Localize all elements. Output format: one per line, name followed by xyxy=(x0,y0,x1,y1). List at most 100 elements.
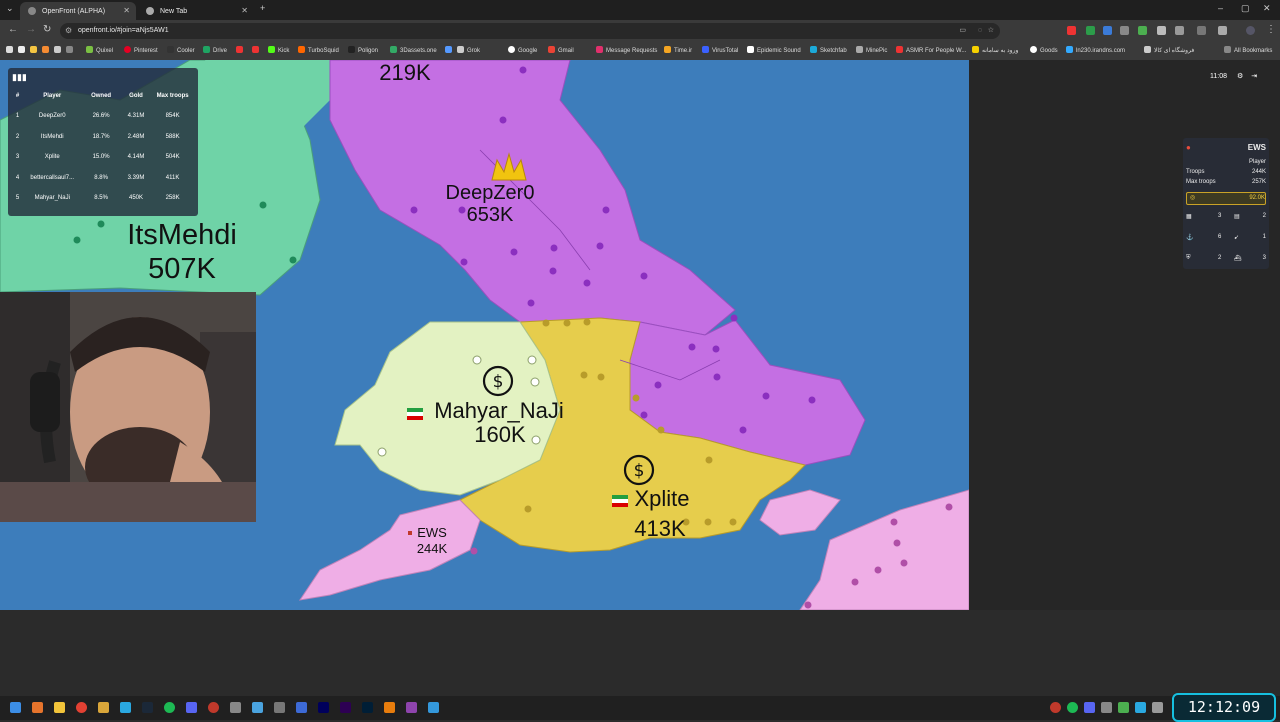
bookmark-sketchfab[interactable]: Sketchfab xyxy=(810,46,847,54)
close-tab-icon[interactable]: ✕ xyxy=(241,6,248,15)
tab-openfront[interactable]: OpenFront (ALPHA) ✕ xyxy=(20,2,136,20)
bookmark-star-icon[interactable]: ☆ xyxy=(988,23,994,39)
tray-icon[interactable] xyxy=(1118,702,1129,713)
table-row[interactable]: 1 DeepZer0 26.6% 4.31M 854K xyxy=(12,106,194,127)
app-icon[interactable] xyxy=(428,702,439,713)
bookmark-irandns[interactable]: ln230.irandns.com xyxy=(1066,46,1125,54)
bookmark-shop[interactable]: فروشگاه ای کالا xyxy=(1144,46,1194,54)
app-icon[interactable] xyxy=(296,702,307,713)
tab-new-tab[interactable]: New Tab ✕ xyxy=(138,2,254,20)
profile-icon[interactable] xyxy=(1218,26,1227,35)
site-info-icon[interactable]: ⚙ xyxy=(65,23,72,39)
app-icon[interactable] xyxy=(274,702,285,713)
col-player[interactable]: Player xyxy=(23,86,81,106)
table-row[interactable]: 2 ItsMehdi 18.7% 2.48M 588K xyxy=(12,127,194,148)
app-icon[interactable] xyxy=(406,702,417,713)
map-label-itsmehdi: ItsMehdi xyxy=(127,219,237,251)
after-effects-icon[interactable] xyxy=(318,702,329,713)
tray-icon[interactable] xyxy=(1135,702,1146,713)
leaderboard-toggle-icon[interactable]: ▮▮▮ xyxy=(12,72,27,83)
downloads-icon[interactable] xyxy=(1197,26,1206,35)
bookmark-message-requests[interactable]: Message Requests xyxy=(596,46,657,54)
bookmark-google[interactable]: Google xyxy=(508,46,537,54)
bookmark-poligon[interactable]: Poligon xyxy=(348,46,378,54)
bookmark-all-bookmarks[interactable]: All Bookmarks xyxy=(1224,46,1272,54)
bookmark-minepic[interactable]: MinePic xyxy=(856,46,887,54)
search-icon[interactable] xyxy=(32,702,43,713)
back-icon[interactable]: ← xyxy=(8,24,18,35)
apps-grid-icon[interactable] xyxy=(66,46,76,54)
bookmark-icon[interactable] xyxy=(30,46,40,54)
tray-icon[interactable] xyxy=(1050,702,1061,713)
cast-icon[interactable]: ▭ xyxy=(959,23,966,39)
file-explorer-icon[interactable] xyxy=(54,702,65,713)
close-window-icon[interactable]: ✕ xyxy=(1263,3,1271,14)
avatar[interactable] xyxy=(1246,26,1255,35)
bookmark-epidemic-sound[interactable]: Epidemic Sound xyxy=(747,46,801,54)
col-owned[interactable]: Owned xyxy=(81,86,120,106)
new-tab-icon[interactable]: + xyxy=(260,3,265,13)
bookmark-sabt[interactable]: ورود به سامانه xyxy=(972,46,1018,54)
col-max-troops[interactable]: Max troops xyxy=(151,86,194,106)
settings-gear-icon[interactable]: ⚙ xyxy=(1237,73,1243,80)
extension-icon[interactable] xyxy=(1120,26,1129,35)
table-row[interactable]: 4 bettercallsaul7... 8.8% 3.39M 411K xyxy=(12,168,194,189)
app-icon[interactable] xyxy=(252,702,263,713)
extension-icon[interactable] xyxy=(1067,26,1076,35)
bookmark-icon[interactable] xyxy=(252,46,262,54)
tray-icon[interactable] xyxy=(1101,702,1112,713)
bookmark-gmail[interactable]: Gmail xyxy=(548,46,574,54)
spotify-icon[interactable] xyxy=(164,702,175,713)
premiere-icon[interactable] xyxy=(340,702,351,713)
photoshop-icon[interactable] xyxy=(362,702,373,713)
tray-icon[interactable] xyxy=(1084,702,1095,713)
chrome-icon[interactable] xyxy=(76,702,87,713)
exit-icon[interactable]: ⇥ xyxy=(1251,73,1257,80)
extensions-puzzle-icon[interactable] xyxy=(1175,26,1184,35)
bookmark-grok[interactable]: Grok xyxy=(457,46,480,54)
bookmark-icon[interactable] xyxy=(18,46,28,54)
extension-icon[interactable] xyxy=(1086,26,1095,35)
extension-icon[interactable] xyxy=(1138,26,1147,35)
eye-off-icon[interactable]: ◌ xyxy=(978,23,982,39)
tray-icon[interactable] xyxy=(1152,702,1163,713)
bookmark-pinterest[interactable]: Pinterest xyxy=(124,46,158,54)
menu-dots-icon[interactable]: ⋮ xyxy=(1266,24,1276,35)
close-tab-icon[interactable]: ✕ xyxy=(123,6,130,15)
tab-search-icon[interactable]: ⌄ xyxy=(6,3,14,14)
minimize-icon[interactable]: – xyxy=(1218,3,1223,13)
tray-icon[interactable] xyxy=(1067,702,1078,713)
discord-icon[interactable] xyxy=(186,702,197,713)
app-icon[interactable] xyxy=(98,702,109,713)
app-icon[interactable] xyxy=(230,702,241,713)
extension-icon[interactable] xyxy=(1103,26,1112,35)
bookmark-goods[interactable]: Goods xyxy=(1030,46,1058,54)
bookmark-icon[interactable] xyxy=(236,46,246,54)
table-row[interactable]: 5 Mahyar_NaJi 8.5% 450K 258K xyxy=(12,188,194,209)
telegram-icon[interactable] xyxy=(120,702,131,713)
forward-icon[interactable]: → xyxy=(26,24,36,35)
bookmark-3dassets[interactable]: 3Dassets.one xyxy=(390,46,437,54)
bookmark-asmr[interactable]: ASMR For People W... xyxy=(896,46,966,54)
steam-icon[interactable] xyxy=(142,702,153,713)
bookmark-drive[interactable]: Drive xyxy=(203,46,227,54)
bookmark-virustotal[interactable]: VirusTotal xyxy=(702,46,738,54)
app-icon[interactable] xyxy=(208,702,219,713)
table-row[interactable]: 3 Xplite 15.0% 4.14M 504K xyxy=(12,147,194,168)
url-bar[interactable]: ⚙ openfront.io/#join=aNjs5AW1 ▭ ◌ ☆ xyxy=(60,23,1000,39)
blender-icon[interactable] xyxy=(384,702,395,713)
bookmark-icon[interactable] xyxy=(445,46,455,54)
bookmark-icon[interactable] xyxy=(6,46,16,54)
bookmark-icon[interactable] xyxy=(54,46,64,54)
windows-start-icon[interactable] xyxy=(10,702,21,713)
bookmark-turbosquid[interactable]: TurboSquid xyxy=(298,46,339,54)
reload-icon[interactable]: ↻ xyxy=(43,24,51,35)
col-gold[interactable]: Gold xyxy=(121,86,151,106)
maximize-icon[interactable]: ▢ xyxy=(1241,3,1250,14)
bookmark-kick[interactable]: Kick xyxy=(268,46,289,54)
extension-icon[interactable] xyxy=(1157,26,1166,35)
bookmark-cooler[interactable]: Cooler xyxy=(167,46,195,54)
bookmark-icon[interactable] xyxy=(42,46,52,54)
bookmark-quixel[interactable]: Quixel xyxy=(86,46,113,54)
bookmark-timeir[interactable]: Time.ir xyxy=(664,46,692,54)
